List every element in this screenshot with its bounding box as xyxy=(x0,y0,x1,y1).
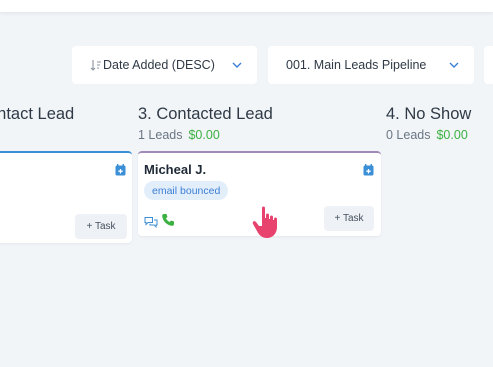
calendar-icon[interactable] xyxy=(363,163,374,176)
column-summary: 1 Leads $0.00 xyxy=(138,128,220,142)
hand-pointer-icon xyxy=(250,205,284,241)
pipeline-dropdown[interactable]: 001. Main Leads Pipeline xyxy=(268,46,474,84)
lead-tag[interactable]: email bounced xyxy=(144,181,229,200)
column-lead-count: 0 Leads xyxy=(386,128,431,142)
chevron-down-icon xyxy=(448,59,460,71)
column-amount: $0.00 xyxy=(436,128,468,142)
extra-dropdown[interactable] xyxy=(484,46,493,84)
lead-name[interactable]: Micheal J. xyxy=(144,162,206,177)
top-bar xyxy=(0,0,493,12)
add-task-button[interactable]: + Task xyxy=(75,214,127,239)
column-summary: 0 Leads $0.00 xyxy=(386,128,468,142)
add-task-button[interactable]: + Task xyxy=(324,206,374,231)
chevron-down-icon xyxy=(231,59,243,71)
sort-dropdown-label: Date Added (DESC) xyxy=(103,58,215,72)
column-title: ontact Lead xyxy=(0,105,75,123)
column-title: 4. No Show xyxy=(386,105,472,123)
sort-icon xyxy=(90,59,102,72)
phone-icon[interactable] xyxy=(161,213,175,227)
calendar-icon[interactable] xyxy=(115,163,126,176)
sort-dropdown[interactable]: Date Added (DESC) xyxy=(72,46,257,84)
chat-icon[interactable] xyxy=(144,215,158,229)
column-title: 3. Contacted Lead xyxy=(138,105,273,123)
column-lead-count: 1 Leads xyxy=(138,128,183,142)
column-amount: $0.00 xyxy=(188,128,220,142)
pipeline-dropdown-label: 001. Main Leads Pipeline xyxy=(286,58,427,72)
lead-card[interactable]: + Task xyxy=(0,151,132,243)
